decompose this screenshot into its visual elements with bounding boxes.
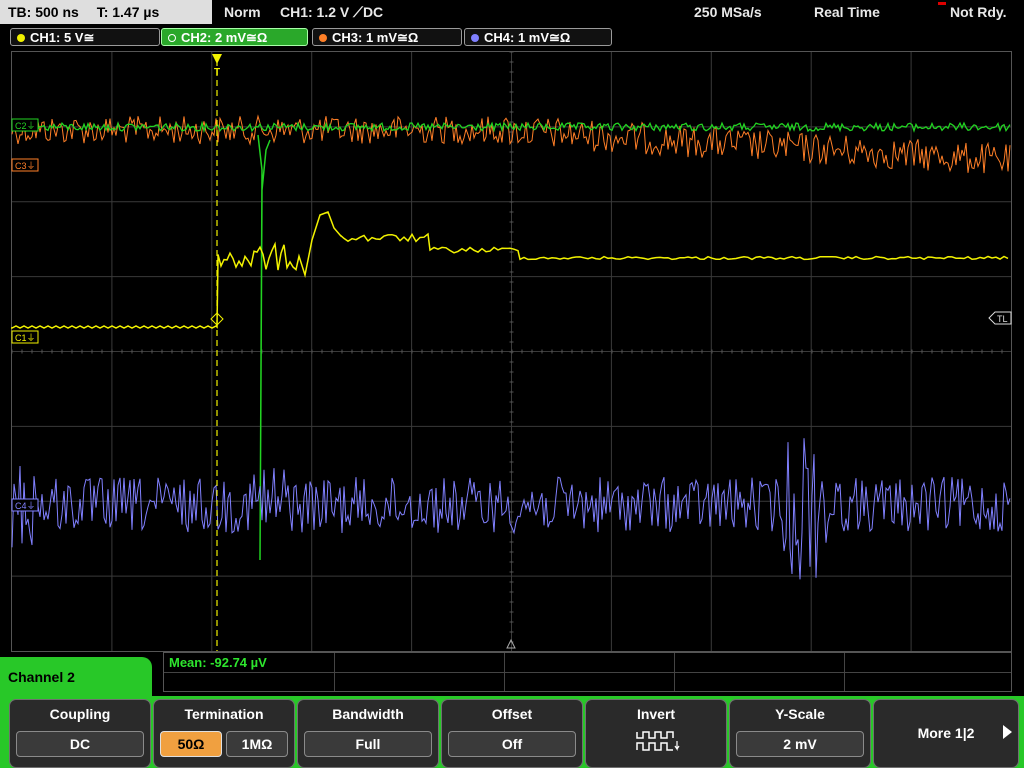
yscale-label: Y-Scale (775, 706, 825, 722)
more-label: More 1|2 (917, 725, 975, 741)
invert-label: Invert (636, 706, 676, 722)
offset-label: Offset (491, 706, 533, 722)
ch2-level-marker[interactable]: C2⏚ (11, 118, 39, 132)
trigger-position-label: T (214, 67, 220, 78)
ch2-level-label: C2⏚ (15, 121, 36, 131)
invert-pulse-icon (636, 731, 680, 751)
bandwidth-value[interactable]: Full (304, 731, 432, 757)
offset-value[interactable]: Off (448, 731, 576, 757)
trigger-level-label: TL (997, 314, 1008, 324)
coupling-label: Coupling (49, 706, 111, 722)
waveform-canvas: T C1⏚ C2⏚ C3⏚ C4⏚ TL (11, 51, 1012, 651)
yscale-softkey[interactable]: Y-Scale 2 mV (729, 699, 871, 768)
measurement-divider (164, 672, 1011, 673)
coupling-value[interactable]: DC (16, 731, 144, 757)
yscale-value[interactable]: 2 mV (736, 731, 864, 757)
menu-title: Channel 2 (8, 669, 75, 685)
more-softkey[interactable]: More 1|2 (873, 699, 1019, 768)
termination-1mohm-option[interactable]: 1MΩ (226, 731, 288, 757)
trigger-level-marker[interactable]: TL (988, 311, 1012, 325)
termination-50ohm-option[interactable]: 50Ω (160, 731, 222, 757)
bandwidth-label: Bandwidth (332, 706, 404, 722)
ch4-level-marker[interactable]: C4⏚ (11, 498, 39, 512)
ch1-level-marker[interactable]: C1⏚ (11, 330, 39, 344)
termination-softkey[interactable]: Termination 50Ω 1MΩ (153, 699, 295, 768)
ch4-level-label: C4⏚ (15, 501, 36, 511)
offset-softkey[interactable]: Offset Off (441, 699, 583, 768)
measurement-area: Mean: -92.74 µV (163, 652, 1012, 692)
termination-label: Termination (184, 706, 264, 722)
invert-softkey[interactable]: Invert (585, 699, 727, 768)
ch3-level-label: C3⏚ (15, 161, 36, 171)
coupling-softkey[interactable]: Coupling DC (9, 699, 151, 768)
ch1-level-label: C1⏚ (15, 333, 36, 343)
mean-measurement: Mean: -92.74 µV (169, 655, 267, 670)
bandwidth-softkey[interactable]: Bandwidth Full (297, 699, 439, 768)
ch1-trace (11, 211, 1009, 330)
trigger-position-marker[interactable] (212, 54, 222, 64)
ch3-level-marker[interactable]: C3⏚ (11, 158, 39, 172)
next-page-arrow-icon (1003, 725, 1012, 739)
